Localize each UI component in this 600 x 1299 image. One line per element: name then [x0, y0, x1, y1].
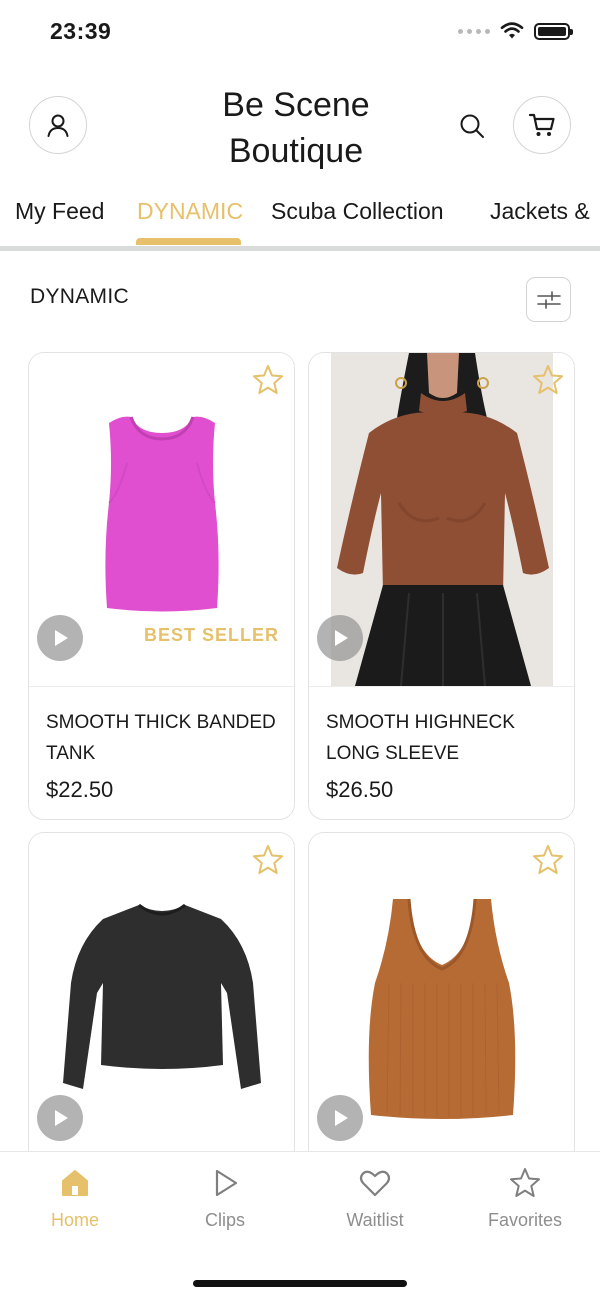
nav-clips-label: Clips	[204, 1210, 245, 1230]
play-icon	[335, 1110, 348, 1126]
product-name: SMOOTH HIGHNECK LONG SLEEVE	[326, 712, 515, 764]
product-price: $26.50	[326, 777, 394, 802]
status-bar: 23:39	[0, 0, 600, 62]
product-info: SMOOTH THICK BANDED TANK $22.50	[29, 686, 294, 802]
product-image[interactable]	[309, 833, 574, 1166]
nav-home-label: Home	[50, 1210, 99, 1230]
search-button[interactable]	[452, 106, 492, 146]
product-name: SMOOTH THICK BANDED TANK	[46, 712, 276, 764]
brand-line-1: Be Scene	[222, 86, 370, 124]
home-indicator	[193, 1280, 407, 1287]
filter-button[interactable]	[526, 277, 571, 322]
product-info: SMOOTH HIGHNECK LONG SLEEVE $26.50	[309, 686, 574, 802]
active-tab-indicator	[136, 238, 241, 245]
app-header: Be Scene Boutique	[0, 62, 600, 192]
play-video-button[interactable]	[37, 1095, 83, 1141]
tabs-divider	[0, 246, 600, 251]
cart-icon	[528, 113, 555, 136]
product-card[interactable]	[308, 832, 575, 1172]
wifi-icon	[500, 22, 524, 39]
home-icon	[62, 1170, 88, 1196]
search-icon	[460, 114, 484, 138]
product-card[interactable]: BEST SELLER SMOOTH THICK BANDED TANK $22…	[28, 352, 295, 820]
nav-home[interactable]: Home	[15, 1166, 135, 1231]
status-time: 23:39	[50, 18, 112, 44]
product-image[interactable]: BEST SELLER	[29, 353, 294, 686]
star-icon	[510, 1168, 540, 1197]
product-card[interactable]: SMOOTH HIGHNECK LONG SLEEVE $26.50	[308, 352, 575, 820]
play-video-button[interactable]	[317, 615, 363, 661]
play-icon	[335, 630, 348, 646]
play-video-button[interactable]	[37, 615, 83, 661]
product-card[interactable]	[28, 832, 295, 1172]
play-icon	[55, 630, 68, 646]
sliders-icon	[536, 290, 561, 309]
product-image[interactable]	[29, 833, 294, 1166]
cellular-signal-icon	[458, 28, 490, 34]
cart-button[interactable]	[513, 96, 571, 154]
user-icon	[47, 114, 69, 137]
nav-favorites-label: Favorites	[487, 1210, 563, 1230]
category-tabs: My Feed DYNAMIC Scuba Collection Jackets…	[0, 192, 600, 250]
tab-jackets[interactable]: Jackets &	[490, 198, 590, 225]
tab-scuba-collection[interactable]: Scuba Collection	[271, 198, 444, 225]
tab-dynamic[interactable]: DYNAMIC	[137, 198, 243, 225]
best-seller-badge: BEST SELLER	[143, 625, 279, 645]
nav-clips[interactable]: Clips	[165, 1166, 285, 1231]
nav-waitlist-label: Waitlist	[346, 1210, 404, 1230]
favorite-star-icon[interactable]	[531, 363, 565, 397]
nav-waitlist[interactable]: Waitlist	[315, 1166, 435, 1231]
play-icon	[55, 1110, 68, 1126]
tab-my-feed[interactable]: My Feed	[15, 198, 104, 225]
battery-icon	[534, 22, 573, 40]
brand-line-2: Boutique	[228, 132, 364, 170]
section-title: DYNAMIC	[30, 285, 129, 308]
favorite-star-icon[interactable]	[531, 843, 565, 877]
favorite-star-icon[interactable]	[251, 363, 285, 397]
favorite-star-icon[interactable]	[251, 843, 285, 877]
profile-button[interactable]	[29, 96, 87, 154]
play-outline-icon	[215, 1169, 238, 1197]
brand-title: Be Scene Boutique	[150, 82, 442, 174]
status-icons	[458, 22, 573, 40]
heart-icon	[359, 1170, 391, 1197]
product-image[interactable]	[309, 353, 574, 687]
product-price: $22.50	[46, 777, 114, 802]
bottom-nav: Home Clips Waitlist Favorites	[0, 1151, 600, 1299]
play-video-button[interactable]	[317, 1095, 363, 1141]
nav-favorites[interactable]: Favorites	[465, 1166, 585, 1231]
